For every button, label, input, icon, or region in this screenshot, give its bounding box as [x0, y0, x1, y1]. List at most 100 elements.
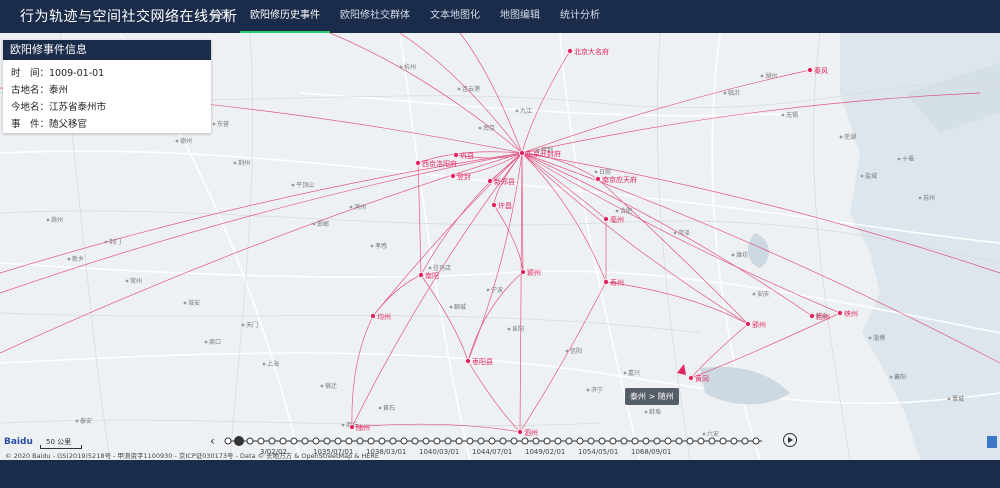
- city-dot[interactable]: [837, 309, 844, 316]
- place-dot: [860, 174, 864, 178]
- place-label: 襄阳: [894, 373, 906, 381]
- timeline-dot[interactable]: [455, 437, 463, 445]
- timeline-dot[interactable]: [642, 437, 650, 445]
- nav-text-mapping[interactable]: 文本地图化: [420, 0, 490, 31]
- timeline-dot[interactable]: [488, 437, 496, 445]
- nav-ouyangxiu-events[interactable]: 欧阳修历史事件: [240, 0, 330, 33]
- city-marker[interactable]: 东京开封府: [519, 149, 561, 158]
- nav-statistics[interactable]: 统计分析: [550, 0, 610, 31]
- timeline-dot[interactable]: [411, 437, 419, 445]
- play-icon[interactable]: [783, 433, 797, 447]
- timeline-dot[interactable]: [499, 437, 507, 445]
- timeline-dot[interactable]: [367, 437, 375, 445]
- timeline-dot[interactable]: [389, 437, 397, 445]
- timeline-dot[interactable]: [246, 437, 254, 445]
- timeline-dot[interactable]: [587, 437, 595, 445]
- timeline-dot[interactable]: [444, 437, 452, 445]
- timeline-dot[interactable]: [466, 437, 474, 445]
- city-label: 西京洛阳府: [422, 159, 457, 168]
- place-dot: [889, 375, 893, 379]
- city-dot[interactable]: [688, 374, 695, 381]
- timeline-dot[interactable]: [356, 437, 364, 445]
- city-dot[interactable]: [417, 271, 424, 278]
- timeline-dot[interactable]: [400, 437, 408, 445]
- timeline-dot[interactable]: [565, 437, 573, 445]
- timeline-dot[interactable]: [543, 437, 551, 445]
- nav-social-group[interactable]: 欧阳修社交群体: [330, 0, 420, 31]
- city-marker[interactable]: 南京应天府: [595, 175, 637, 184]
- city-dot[interactable]: [809, 312, 816, 319]
- city-dot[interactable]: [348, 423, 355, 430]
- place-dot: [241, 323, 245, 327]
- place-dot: [457, 87, 461, 91]
- city-dot[interactable]: [369, 312, 376, 319]
- timeline-dot[interactable]: [378, 437, 386, 445]
- timeline-dot[interactable]: [719, 437, 727, 445]
- city-dot[interactable]: [464, 357, 471, 364]
- timeline-dot[interactable]: [334, 437, 342, 445]
- place-dot: [478, 126, 482, 130]
- timeline-dot[interactable]: [664, 437, 672, 445]
- city-dot[interactable]: [745, 320, 752, 327]
- timeline-dot[interactable]: [741, 437, 749, 445]
- timeline-dot[interactable]: [686, 437, 694, 445]
- timeline-dot[interactable]: [224, 437, 232, 445]
- nav-home[interactable]: 首页: [200, 0, 240, 31]
- timeline-dot[interactable]: [554, 437, 562, 445]
- timeline-dot[interactable]: [708, 437, 716, 445]
- city-marker[interactable]: 北京大名府: [567, 47, 609, 56]
- nav-map-edit[interactable]: 地图编辑: [490, 0, 550, 31]
- city-dot[interactable]: [603, 215, 610, 222]
- city-dot[interactable]: [414, 160, 421, 167]
- place-dot: [378, 406, 382, 410]
- timeline-dot[interactable]: [301, 437, 309, 445]
- timeline-dot[interactable]: [532, 437, 540, 445]
- info-value: 江苏省泰州市: [49, 102, 107, 113]
- timeline-dot[interactable]: [433, 437, 441, 445]
- info-panel-title: 欧阳修事件信息: [3, 40, 211, 60]
- city-label: 扬州: [816, 312, 830, 321]
- city-dot[interactable]: [603, 278, 610, 285]
- timeline-dot[interactable]: [730, 437, 738, 445]
- timeline-dot[interactable]: [598, 437, 606, 445]
- baidu-logo: Baidu: [4, 437, 33, 447]
- timeline-dot[interactable]: [752, 437, 760, 445]
- timeline-dot[interactable]: [521, 437, 529, 445]
- city-dot[interactable]: [519, 150, 526, 157]
- timeline-dot[interactable]: [268, 437, 276, 445]
- map-canvas[interactable]: 石家庄德州邯郸聊城济宁临沂盐城新乡周口商丘南京合肥安庆襄阳宜昌荆州孝感阜阳蚌埠无…: [0, 33, 1000, 460]
- place-label: 新乡: [72, 255, 84, 263]
- timeline-dot[interactable]: [477, 437, 485, 445]
- timeline-prev-icon[interactable]: ‹: [210, 434, 215, 448]
- city-dot[interactable]: [449, 172, 456, 179]
- timeline-dot[interactable]: [631, 437, 639, 445]
- city-dot[interactable]: [807, 67, 814, 74]
- timeline-dot[interactable]: [620, 437, 628, 445]
- city-dot[interactable]: [595, 175, 602, 182]
- timeline-dot[interactable]: [653, 437, 661, 445]
- timeline-dot[interactable]: [323, 437, 331, 445]
- timeline-dot[interactable]: [697, 437, 705, 445]
- place-dot: [486, 288, 490, 292]
- timeline-dot[interactable]: [422, 437, 430, 445]
- timeline-dot[interactable]: [345, 437, 353, 445]
- timeline-dot[interactable]: [290, 437, 298, 445]
- timeline-dot[interactable]: [576, 437, 584, 445]
- place-dot: [752, 292, 756, 296]
- city-dot[interactable]: [452, 152, 459, 159]
- city-marker[interactable]: 西京洛阳府: [414, 159, 457, 168]
- city-dot[interactable]: [520, 268, 527, 275]
- timeline-dot[interactable]: [312, 437, 320, 445]
- timeline-track[interactable]: [222, 434, 782, 448]
- map-side-button[interactable]: [987, 436, 997, 448]
- timeline-dot[interactable]: [279, 437, 287, 445]
- city-dot[interactable]: [567, 47, 574, 54]
- city-dot[interactable]: [490, 201, 497, 208]
- timeline-dot[interactable]: [609, 437, 617, 445]
- timeline-dot[interactable]: [510, 437, 518, 445]
- place-dot: [623, 371, 627, 375]
- city-dot[interactable]: [486, 177, 493, 184]
- timeline-dot[interactable]: [675, 437, 683, 445]
- timeline-current-dot[interactable]: [234, 436, 244, 446]
- timeline-dot[interactable]: [257, 437, 265, 445]
